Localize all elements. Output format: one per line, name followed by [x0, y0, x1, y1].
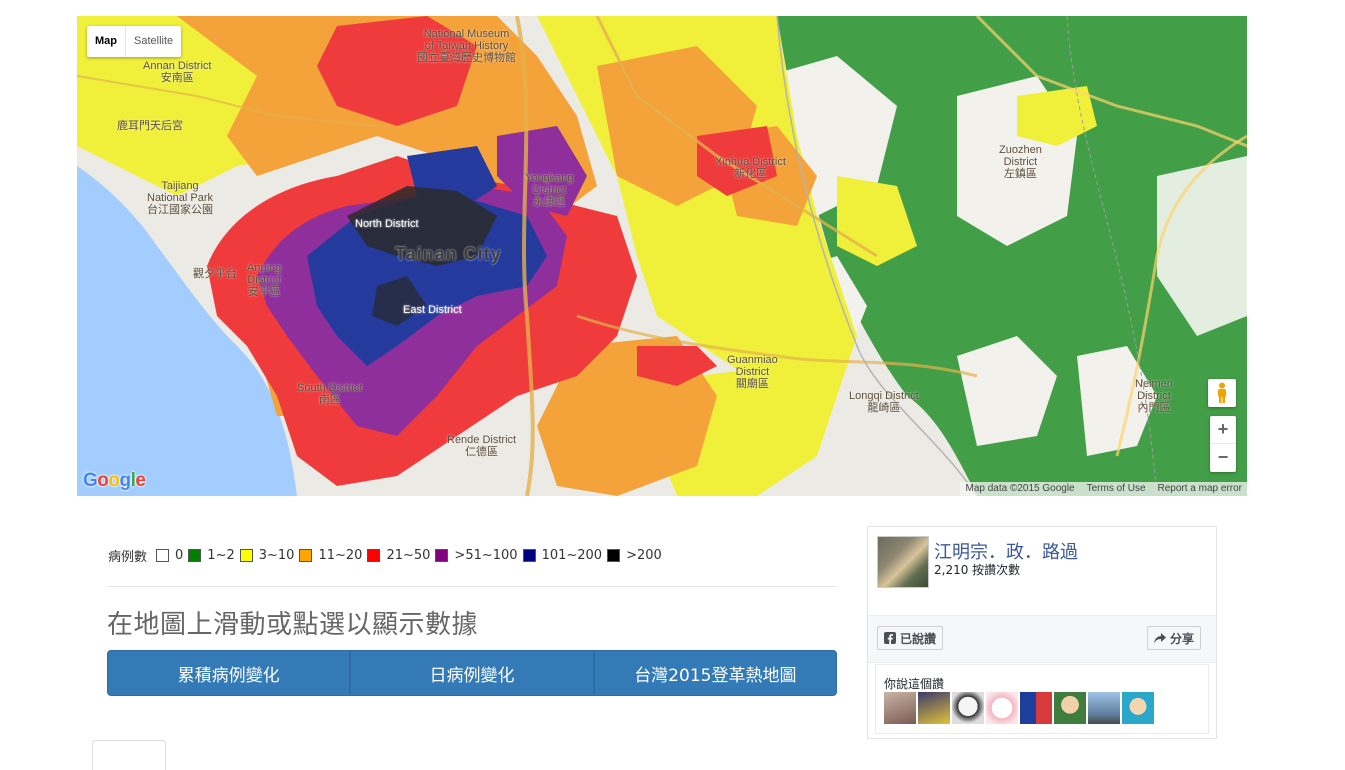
- map-type-map-button[interactable]: Map: [87, 26, 125, 57]
- friend-avatar[interactable]: [986, 692, 1018, 724]
- legend-item: 1~2: [183, 548, 235, 563]
- cumulative-cases-button[interactable]: 累積病例變化: [107, 650, 351, 696]
- legend-item: 11~20: [294, 548, 362, 563]
- map-type-control: Map Satellite: [87, 26, 182, 57]
- dengue-map[interactable]: Tainan City North District East District…: [77, 16, 1247, 496]
- street-view-pegman[interactable]: [1208, 379, 1236, 407]
- legend-item: 0: [151, 548, 183, 563]
- map-label-tainan-city: Tainan City: [395, 244, 502, 264]
- map-label-yongkang: Yongkang District 永康區: [525, 172, 574, 208]
- legend-item: 21~50: [362, 548, 430, 563]
- choropleth-layer[interactable]: [77, 16, 1247, 496]
- legend-label: >200: [626, 548, 662, 563]
- pegman-icon: [1218, 382, 1226, 403]
- fb-friends-box: 你說這個讚: [875, 664, 1209, 734]
- legend-swatch: [299, 549, 313, 562]
- zoom-out-button[interactable]: −: [1210, 444, 1236, 472]
- map-label-rende: Rende District 仁德區: [447, 434, 517, 458]
- taiwan-heatmap-button[interactable]: 台灣2015登革熱地圖: [593, 650, 837, 696]
- legend-label: 1~2: [207, 548, 235, 563]
- legend-swatch: [607, 549, 621, 562]
- fb-like-count: 2,210 按讚次數: [934, 563, 1021, 577]
- map-label-north-district: North District: [355, 218, 419, 230]
- legend-swatch: [156, 549, 170, 562]
- map-label-neimen: Neimen District 內門區: [1135, 378, 1173, 414]
- bottom-tab[interactable]: [92, 740, 166, 770]
- map-label-sunset: 觀夕平台: [193, 268, 237, 280]
- map-attribution: Map data ©2015 Google Terms of Use Repor…: [960, 482, 1247, 496]
- legend-swatch: [239, 549, 253, 562]
- report-map-error-link[interactable]: Report a map error: [1158, 482, 1242, 496]
- friend-avatar[interactable]: [1122, 692, 1154, 724]
- chart-button-group: 累積病例變化 日病例變化 台灣2015登革熱地圖: [107, 650, 837, 696]
- map-label-matsu-temple: 鹿耳門天后宮: [117, 120, 183, 132]
- friend-avatar[interactable]: [1088, 692, 1120, 724]
- fb-share-label: 分享: [1170, 631, 1195, 646]
- map-label-south-district: South District 南區: [297, 382, 363, 406]
- legend-swatch: [367, 549, 381, 562]
- map-label-guanmiao: Guanmiao District 關廟區: [727, 354, 778, 390]
- fb-actions-bar: 已說讚 分享: [868, 616, 1216, 663]
- map-label-zuozhen: Zuozhen District 左鎮區: [999, 144, 1042, 180]
- map-label-taijiang: Taijiang National Park 台江國家公園: [147, 180, 214, 216]
- legend-label: 101~200: [541, 548, 603, 563]
- map-label-annan: Annan District 安南區: [143, 60, 212, 84]
- fb-friends-like-text: 你說這個讚: [884, 677, 945, 691]
- fb-share-button[interactable]: 分享: [1147, 626, 1202, 650]
- legend-swatch: [522, 549, 536, 562]
- map-type-satellite-button[interactable]: Satellite: [125, 26, 181, 57]
- legend-item: >200: [602, 548, 662, 563]
- fb-page-avatar[interactable]: [877, 536, 929, 588]
- friend-avatar[interactable]: [884, 692, 916, 724]
- terms-of-use-link[interactable]: Terms of Use: [1087, 482, 1146, 496]
- google-logo: Google: [83, 470, 146, 491]
- fb-liked-button[interactable]: 已說讚: [877, 626, 944, 650]
- friend-avatar[interactable]: [952, 692, 984, 724]
- fb-page-header: 江明宗．政．路過 2,210 按讚次數: [868, 527, 1216, 616]
- divider: [107, 586, 837, 587]
- legend-item: 101~200: [518, 548, 603, 563]
- legend-label: 21~50: [386, 548, 431, 563]
- instruction-heading: 在地圖上滑動或點選以顯示數據: [107, 610, 479, 640]
- map-label-xinhua: Xinhua District 新化區: [715, 156, 786, 180]
- map-data-credit: Map data ©2015 Google: [965, 483, 1075, 494]
- fb-liked-label: 已說讚: [900, 631, 937, 646]
- case-count-legend: 病例數 0 1~2 3~10 11~20 21~50 >51~100 101~2…: [108, 546, 662, 565]
- fb-friend-avatars: [884, 692, 1154, 724]
- legend-label: >51~100: [454, 548, 518, 563]
- legend-label: 3~10: [258, 548, 295, 563]
- facebook-page-plugin: 江明宗．政．路過 2,210 按讚次數 已說讚 分享 你說這個讚: [867, 526, 1217, 739]
- zoom-control: + −: [1210, 416, 1236, 472]
- share-arrow-icon: [1154, 632, 1166, 643]
- legend-item: >51~100: [430, 548, 518, 563]
- zoom-in-button[interactable]: +: [1210, 416, 1236, 444]
- facebook-icon: [884, 632, 896, 644]
- legend-title: 病例數: [108, 550, 148, 565]
- friend-avatar[interactable]: [1054, 692, 1086, 724]
- legend-item: 3~10: [235, 548, 295, 563]
- legend-label: 11~20: [318, 548, 363, 563]
- map-label-museum: National Museum of Taiwan History 國立臺灣歷史…: [417, 28, 516, 64]
- friend-avatar[interactable]: [918, 692, 950, 724]
- legend-swatch: [435, 549, 449, 562]
- daily-cases-button[interactable]: 日病例變化: [350, 650, 594, 696]
- friend-avatar[interactable]: [1020, 692, 1052, 724]
- map-label-anping: Anping District 安平區: [247, 262, 282, 298]
- map-label-longqi: Longqi District 龍崎區: [849, 390, 919, 414]
- legend-label: 0: [175, 548, 184, 563]
- map-label-east-district: East District: [403, 304, 462, 316]
- legend-swatch: [188, 549, 202, 562]
